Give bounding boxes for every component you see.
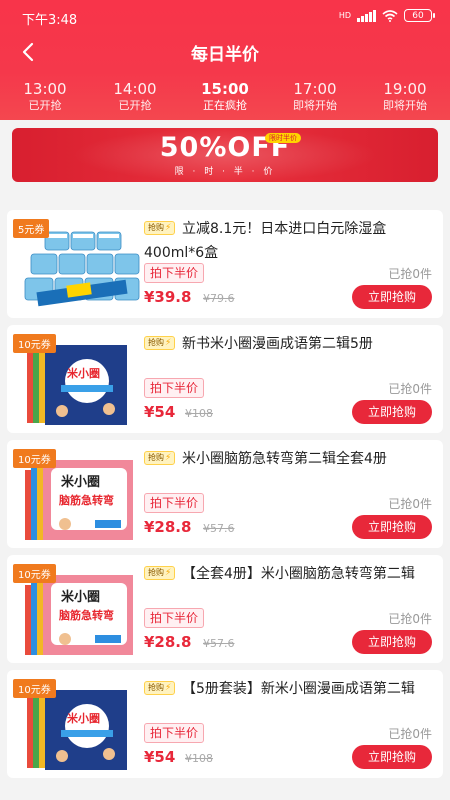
slot-status: 正在疯抢 <box>203 99 247 112</box>
slot-time: 19:00 <box>383 80 427 98</box>
chevron-left-icon <box>22 42 34 62</box>
signal-icon <box>357 9 376 22</box>
banner-subtitle: 限 · 时 · 半 · 价 <box>174 167 276 177</box>
wifi-icon <box>382 9 398 22</box>
half-price-tag: 拍下半价 <box>144 378 205 398</box>
grab-tag-label: 抢购 <box>148 453 164 462</box>
grab-tag: 抢购⚡ <box>144 451 176 465</box>
battery-level: 60 <box>412 10 424 21</box>
svg-text:脑筋急转弯: 脑筋急转弯 <box>59 493 114 507</box>
promo-banner[interactable]: 50%OFF 限时半价 限 · 时 · 半 · 价 <box>12 128 438 182</box>
slot-time: 15:00 <box>201 80 249 98</box>
half-price-tag: 拍下半价 <box>144 608 205 628</box>
svg-text:米小圈: 米小圈 <box>66 711 100 725</box>
sold-count: 已抢0件 <box>388 497 432 511</box>
price: ¥28.8 <box>144 518 192 536</box>
lightning-icon: ⚡ <box>165 453 172 463</box>
coupon-badge: 10元券 <box>13 334 56 353</box>
lightning-icon: ⚡ <box>165 338 172 348</box>
svg-text:米小圈: 米小圈 <box>66 366 100 380</box>
time-slot-tabs: 13:00 已开抢 14:00 已开抢 15:00 正在疯抢 17:00 即将开… <box>0 80 450 120</box>
page-title: 每日半价 <box>191 45 259 65</box>
back-button[interactable] <box>14 38 42 66</box>
svg-text:米小圈: 米小圈 <box>61 589 100 605</box>
product-title: 米小圈脑筋急转弯第二辑全套4册 <box>182 451 387 467</box>
buy-now-button[interactable]: 立即抢购 <box>352 745 432 769</box>
coupon-badge: 5元券 <box>13 219 50 238</box>
status-bar: 下午3:48 HD 60 <box>0 0 450 34</box>
battery-icon: 60 <box>404 9 435 22</box>
svg-text:脑筋急转弯: 脑筋急转弯 <box>59 608 114 622</box>
product-card[interactable]: 米小圈 脑筋急转弯 10元券 抢购⚡ 【全套4册】米小圈脑筋急转弯第二辑 拍下半… <box>7 555 443 663</box>
status-time: 下午3:48 <box>22 13 78 28</box>
product-card[interactable]: 米小圈 脑筋急转弯 10元券 抢购⚡ 米小圈脑筋急转弯第二辑全套4册 拍下半价 … <box>7 440 443 548</box>
price: ¥39.8 <box>144 288 192 306</box>
half-price-tag: 拍下半价 <box>144 263 205 283</box>
product-title: 新书米小圈漫画成语第二辑5册 <box>182 336 373 352</box>
network-type: HD <box>338 10 351 20</box>
product-list: 5元券 抢购⚡ 立减8.1元！日本进口白元除湿盒400ml*6盒 拍下半价 已抢… <box>7 210 443 785</box>
time-slot-1300[interactable]: 13:00 已开抢 <box>0 80 90 120</box>
slot-time: 13:00 <box>23 80 67 98</box>
header: 下午3:48 HD 60 每日半价 13:00 已开抢 14:00 已开抢 15… <box>0 0 450 120</box>
svg-text:米小圈: 米小圈 <box>61 474 100 490</box>
slot-status: 已开抢 <box>118 99 152 112</box>
original-price: ¥108 <box>185 752 213 765</box>
grab-tag: 抢购⚡ <box>144 336 176 350</box>
status-icons: HD 60 <box>338 9 435 22</box>
coupon-badge: 10元券 <box>13 679 56 698</box>
product-card[interactable]: 5元券 抢购⚡ 立减8.1元！日本进口白元除湿盒400ml*6盒 拍下半价 已抢… <box>7 210 443 318</box>
sold-count: 已抢0件 <box>388 382 432 396</box>
slot-status: 已开抢 <box>28 99 62 112</box>
nav-bar: 每日半价 <box>0 34 450 70</box>
banner-tag: 限时半价 <box>265 133 301 143</box>
coupon-badge: 10元券 <box>13 449 56 468</box>
banner-headline: 50%OFF <box>159 132 291 163</box>
slot-time: 17:00 <box>293 80 337 98</box>
sold-count: 已抢0件 <box>388 727 432 741</box>
time-slot-1700[interactable]: 17:00 即将开始 <box>270 80 360 120</box>
product-title: 立减8.1元！日本进口白元除湿盒400ml*6盒 <box>144 221 387 261</box>
price: ¥54 <box>144 403 176 421</box>
original-price: ¥108 <box>185 407 213 420</box>
product-title: 【全套4册】米小圈脑筋急转弯第二辑 <box>182 566 415 582</box>
grab-tag-label: 抢购 <box>148 338 164 347</box>
original-price: ¥57.6 <box>203 637 235 650</box>
time-slot-1500[interactable]: 15:00 正在疯抢 <box>180 80 270 120</box>
buy-now-button[interactable]: 立即抢购 <box>352 285 432 309</box>
sold-count: 已抢0件 <box>388 267 432 281</box>
slot-time: 14:00 <box>113 80 157 98</box>
buy-now-button[interactable]: 立即抢购 <box>352 515 432 539</box>
slot-status: 即将开始 <box>383 99 427 112</box>
product-card[interactable]: 米小圈 10元券 抢购⚡ 【5册套装】新米小圈漫画成语第二辑 拍下半价 已抢0件… <box>7 670 443 778</box>
buy-now-button[interactable]: 立即抢购 <box>352 630 432 654</box>
product-title: 【5册套装】新米小圈漫画成语第二辑 <box>182 681 415 697</box>
half-price-tag: 拍下半价 <box>144 723 205 743</box>
price: ¥54 <box>144 748 176 766</box>
sold-count: 已抢0件 <box>388 612 432 626</box>
time-slot-1400[interactable]: 14:00 已开抢 <box>90 80 180 120</box>
original-price: ¥57.6 <box>203 522 235 535</box>
buy-now-button[interactable]: 立即抢购 <box>352 400 432 424</box>
slot-status: 即将开始 <box>293 99 337 112</box>
product-card[interactable]: 米小圈 10元券 抢购⚡ 新书米小圈漫画成语第二辑5册 拍下半价 已抢0件 ¥5… <box>7 325 443 433</box>
price: ¥28.8 <box>144 633 192 651</box>
coupon-badge: 10元券 <box>13 564 56 583</box>
time-slot-1900[interactable]: 19:00 即将开始 <box>360 80 450 120</box>
original-price: ¥79.6 <box>203 292 235 305</box>
half-price-tag: 拍下半价 <box>144 493 205 513</box>
